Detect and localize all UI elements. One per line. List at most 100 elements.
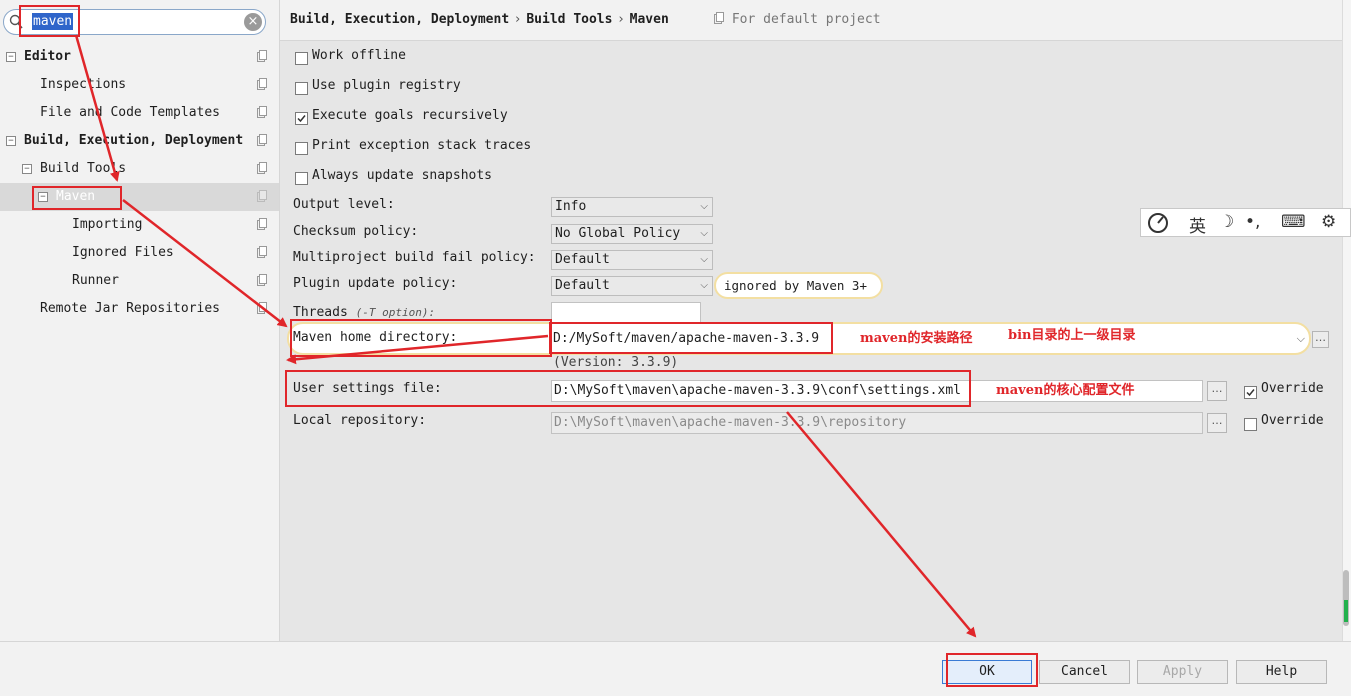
chevron-down-icon: ⌵ (700, 228, 708, 239)
ime-language-toggle[interactable]: 英 (1189, 212, 1206, 237)
breadcrumb-separator: › (515, 12, 521, 27)
help-button[interactable]: Help (1236, 660, 1327, 684)
work-offline-label: Work offline (312, 48, 406, 63)
gear-icon[interactable]: ⚙ (1321, 212, 1336, 232)
tree-item-label: File and Code Templates (40, 105, 221, 120)
tree-item-editor[interactable]: − Editor (0, 43, 279, 71)
tree-item-ignored-files[interactable]: Ignored Files (0, 239, 279, 267)
annotation-box-ok (946, 653, 1038, 687)
scrollbar-indicator (1344, 600, 1348, 622)
multiproject-fail-label: Multiproject build fail policy: (293, 250, 536, 265)
annotation-box-home-value (549, 322, 833, 354)
annotation-core-config: maven的核心配置文件 (996, 383, 1135, 398)
annotation-bin-parent: bin目录的上一级目录 (1008, 328, 1136, 343)
tree-item-label: Editor (24, 49, 71, 64)
chevron-down-icon: ⌵ (700, 280, 708, 291)
scope-text: For default project (731, 12, 881, 27)
annotation-box-search (19, 5, 80, 37)
collapse-icon[interactable]: − (6, 52, 16, 62)
user-settings-browse-button[interactable]: … (1207, 381, 1227, 401)
checkmark-icon (1246, 389, 1255, 397)
tree-item-label: Remote Jar Repositories (40, 301, 221, 316)
copy-icon (257, 162, 267, 174)
execute-goals-label: Execute goals recursively (312, 108, 508, 123)
threads-label: Threads (-T option): (293, 305, 435, 320)
local-repo-browse-button[interactable]: … (1207, 413, 1227, 433)
print-exception-checkbox[interactable] (295, 142, 308, 155)
copy-icon (257, 246, 267, 258)
chevron-down-icon: ⌵ (1296, 332, 1305, 345)
copy-icon (714, 12, 724, 24)
tree-item-file-templates[interactable]: File and Code Templates (0, 99, 279, 127)
cancel-button[interactable]: Cancel (1039, 660, 1130, 684)
tree-item-remote-jar[interactable]: Remote Jar Repositories (0, 295, 279, 323)
always-update-checkbox[interactable] (295, 172, 308, 185)
copy-icon (257, 106, 267, 118)
checksum-policy-select[interactable]: No Global Policy ⌵ (551, 224, 713, 244)
use-plugin-registry-checkbox[interactable] (295, 82, 308, 95)
use-plugin-registry-label: Use plugin registry (312, 78, 461, 93)
threads-hint: (-T option): (355, 306, 436, 319)
copy-icon (257, 50, 267, 62)
keyboard-icon[interactable]: ⌨ (1281, 212, 1306, 232)
breadcrumb-separator: › (618, 12, 624, 27)
copy-icon (257, 190, 267, 202)
threads-label-text: Threads (293, 305, 348, 320)
tree-item-runner[interactable]: Runner (0, 267, 279, 295)
checkmark-icon (297, 115, 306, 123)
execute-goals-checkbox[interactable] (295, 112, 308, 125)
tree-item-build-exec-deploy[interactable]: − Build, Execution, Deployment (0, 127, 279, 155)
breadcrumb-item-current: Maven (629, 12, 669, 27)
output-level-select[interactable]: Info ⌵ (551, 197, 713, 217)
user-settings-override-label: Override (1261, 381, 1324, 396)
plugin-update-select[interactable]: Default ⌵ (551, 276, 713, 296)
work-offline-checkbox[interactable] (295, 52, 308, 65)
local-repo-label: Local repository: (293, 413, 427, 428)
output-level-value: Info (555, 199, 587, 214)
copy-icon (257, 302, 267, 314)
local-repo-override-label: Override (1261, 413, 1324, 428)
scrollbar[interactable] (1342, 0, 1351, 641)
breadcrumb: Build, Execution, Deployment › Build Tools… (290, 12, 669, 27)
clear-icon[interactable]: × (244, 13, 262, 31)
chevron-down-icon: ⌵ (700, 201, 708, 212)
annotation-box-maven (32, 186, 122, 210)
tree-item-label: Build, Execution, Deployment (24, 133, 244, 148)
breadcrumb-item[interactable]: Build Tools (526, 12, 612, 27)
moon-icon[interactable]: ☽ (1219, 212, 1234, 232)
punctuation-icon[interactable]: •, (1245, 212, 1260, 232)
annotation-box-home-label (290, 319, 552, 357)
threads-input[interactable] (551, 302, 701, 324)
user-settings-override-checkbox[interactable] (1244, 386, 1257, 399)
tree-item-label: Inspections (40, 77, 127, 92)
local-repo-input[interactable]: D:\MySoft\maven\apache-maven-3.3.9\repos… (551, 412, 1203, 434)
tree-item-label: Importing (72, 217, 143, 232)
breadcrumb-item[interactable]: Build, Execution, Deployment (290, 12, 509, 27)
tree-item-inspections[interactable]: Inspections (0, 71, 279, 99)
tree-item-label: Ignored Files (72, 245, 174, 260)
local-repo-override-checkbox[interactable] (1244, 418, 1257, 431)
tree-item-label: Runner (72, 273, 119, 288)
collapse-icon[interactable]: − (22, 164, 32, 174)
collapse-icon[interactable]: − (6, 136, 16, 146)
checksum-policy-label: Checksum policy: (293, 224, 419, 239)
plugin-update-note: ignored by Maven 3+ (714, 272, 883, 299)
maven-version-label: (Version: 3.3.9) (553, 355, 679, 370)
always-update-label: Always update snapshots (312, 168, 493, 183)
checksum-policy-value: No Global Policy (555, 226, 681, 241)
apply-button[interactable]: Apply (1137, 660, 1228, 684)
multiproject-fail-value: Default (555, 252, 610, 267)
ime-toolbar[interactable]: 英 ☽ •, ⌨ ⚙ (1140, 208, 1351, 237)
plugin-update-label: Plugin update policy: (293, 276, 458, 291)
scope-label: For default project (714, 12, 881, 27)
copy-icon (257, 218, 267, 230)
copy-icon (257, 274, 267, 286)
settings-tree-panel: maven × − Editor Inspections File and Co… (0, 0, 280, 641)
tree-item-build-tools[interactable]: − Build Tools (0, 155, 279, 183)
output-level-label: Output level: (293, 197, 395, 212)
tree-item-label: Build Tools (40, 161, 127, 176)
tree-item-importing[interactable]: Importing (0, 211, 279, 239)
multiproject-fail-select[interactable]: Default ⌵ (551, 250, 713, 270)
chevron-down-icon: ⌵ (700, 254, 708, 265)
maven-home-browse-button[interactable]: … (1312, 331, 1329, 348)
